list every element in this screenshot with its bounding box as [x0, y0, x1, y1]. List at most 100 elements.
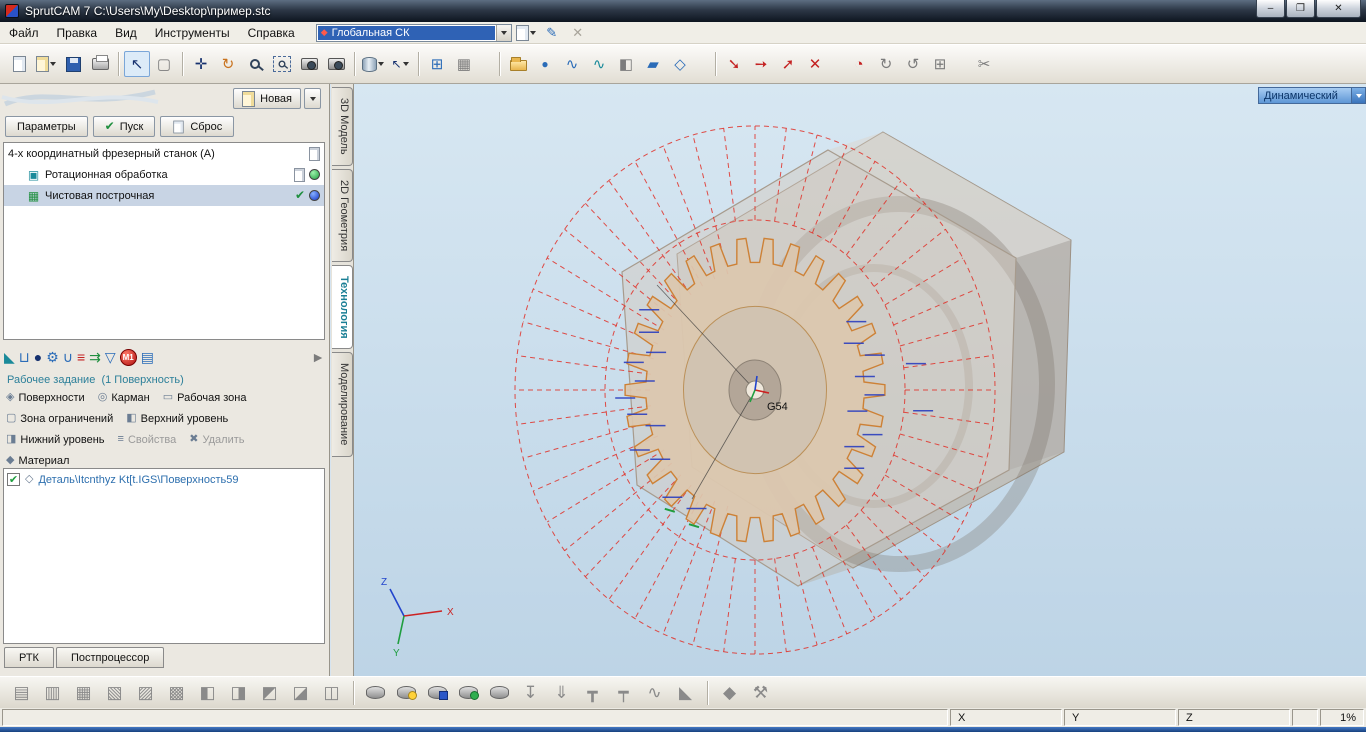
save-button[interactable] [60, 51, 86, 77]
cs-dropdown-arrow[interactable] [495, 24, 511, 41]
job-list-item[interactable]: ✔ ◇ Деталь\Itcnthyz Kt[t.IGS\Поверхность… [7, 472, 321, 487]
minimize-button[interactable]: – [1256, 0, 1285, 18]
pick-mode-button[interactable]: ↖ [387, 51, 413, 77]
new-operation-button[interactable]: Новая [233, 88, 301, 109]
sim-step-down-button[interactable]: ↧ [517, 681, 544, 705]
menu-view[interactable]: Вид [106, 23, 146, 43]
sim-stock-button[interactable] [393, 681, 420, 705]
cs-edit-button[interactable]: ✎ [540, 23, 564, 43]
scene-canvas[interactable]: G54 Z X Y [354, 84, 1366, 676]
item-checkbox[interactable]: ✔ [7, 473, 20, 486]
machining-button[interactable]: ◆ [716, 681, 743, 705]
reset-button[interactable]: Сброс [160, 116, 235, 137]
tab-3d-model[interactable]: 3D Модель [332, 87, 353, 166]
sim-result-button[interactable] [455, 681, 482, 705]
trim-button[interactable]: ✂ [971, 51, 997, 77]
parameters-button[interactable]: Параметры [5, 116, 88, 137]
open-geometry-button[interactable] [505, 51, 531, 77]
tool-holder-button[interactable]: ┳ [579, 681, 606, 705]
machine-scheme-5-button[interactable]: ▨ [132, 681, 159, 705]
link-restrict-zone[interactable]: ▢ Зона ограничений [6, 411, 113, 426]
sim-fixture-button[interactable] [424, 681, 451, 705]
job-assignment-icon[interactable]: ◣ [4, 349, 15, 365]
machine-scheme-10-button[interactable]: ◪ [287, 681, 314, 705]
curve-tool-button[interactable]: ∿ [559, 51, 585, 77]
spline-tool-button[interactable]: ∿ [586, 51, 612, 77]
select-cursor-button[interactable]: ↖ [124, 51, 150, 77]
strip-expand-arrow[interactable]: ► [311, 349, 325, 365]
menu-tools[interactable]: Инструменты [146, 23, 239, 43]
tree-row-operation-selected[interactable]: ▦ Чистовая построчная ✔ [4, 185, 324, 206]
machine-scheme-1-button[interactable]: ▤ [8, 681, 35, 705]
workpiece-icon[interactable]: ⊔ [19, 349, 30, 365]
face-tool-button[interactable]: ◇ [667, 51, 693, 77]
tab-simulation[interactable]: Моделирование [332, 352, 353, 457]
coordinate-system-combo[interactable]: ◆ Глобальная СК [315, 23, 512, 42]
tree-row-machine[interactable]: 4-х координатный фрезерный станок (A) [4, 143, 324, 164]
filter-icon[interactable]: ▽ [105, 349, 116, 365]
run-button[interactable]: ✔ Пуск [92, 116, 156, 137]
tool-sphere-icon[interactable]: ● [34, 349, 42, 365]
setup-wrench-button[interactable]: ⚒ [747, 681, 774, 705]
plane-tool-button[interactable]: ▰ [640, 51, 666, 77]
rotate-cw-button[interactable]: ↻ [873, 51, 899, 77]
machine-scheme-7-button[interactable]: ◧ [194, 681, 221, 705]
print-button[interactable] [87, 51, 113, 77]
magnet-icon[interactable]: ∪ [63, 349, 73, 365]
shading-mode-button[interactable] [360, 51, 386, 77]
measure-angle-button[interactable]: ◔ [846, 51, 872, 77]
link-work-zone[interactable]: ▭ Рабочая зона [163, 390, 247, 405]
operation-group-doc-icon[interactable] [294, 167, 305, 182]
new-operation-dropdown[interactable] [304, 88, 321, 109]
calculator-button[interactable]: ▦ [451, 51, 477, 77]
machine-scheme-9-button[interactable]: ◩ [256, 681, 283, 705]
zoom-window-button[interactable] [269, 51, 295, 77]
link-top-level[interactable]: ◧ Верхний уровень [126, 411, 228, 426]
cs-new-button[interactable] [514, 23, 538, 43]
coordinate-table-button[interactable]: ⊞ [424, 51, 450, 77]
machine-scheme-3-button[interactable]: ▦ [70, 681, 97, 705]
new-document-button[interactable] [6, 51, 32, 77]
link-pocket[interactable]: ◎ Карман [98, 390, 150, 405]
toolpath-edit-button[interactable]: ∿ [641, 681, 668, 705]
machine-gears-icon[interactable]: ⚙ [46, 349, 59, 365]
point-tool-button[interactable]: ● [532, 51, 558, 77]
link-material[interactable]: ◆ Материал [6, 453, 69, 468]
tree-row-operation-group[interactable]: ▣ Ротационная обработка [4, 164, 324, 185]
menu-edit[interactable]: Правка [48, 23, 107, 43]
tab-rtk[interactable]: РТК [4, 647, 54, 668]
box-select-button[interactable]: ▢ [151, 51, 177, 77]
snap-midpoint-button[interactable]: ➙ [748, 51, 774, 77]
strategy-icon[interactable]: ⇉ [89, 349, 101, 365]
snapshot-settings-button[interactable] [323, 51, 349, 77]
postprocess-icon[interactable]: ▤ [141, 349, 154, 365]
viewport-3d[interactable]: G54 Z X Y Динамический [354, 84, 1366, 676]
tool-drill-button[interactable]: ┯ [610, 681, 637, 705]
machine-scheme-8-button[interactable]: ◨ [225, 681, 252, 705]
close-button[interactable]: ✕ [1316, 0, 1361, 18]
import-button[interactable] [33, 51, 59, 77]
part-view-button[interactable]: ◣ [672, 681, 699, 705]
machine-scheme-11-button[interactable]: ◫ [318, 681, 345, 705]
render-mode-arrow[interactable] [1351, 88, 1365, 103]
pan-view-button[interactable]: ✛ [188, 51, 214, 77]
machine-doc-icon[interactable] [309, 146, 320, 161]
menu-file[interactable]: Файл [0, 23, 48, 43]
snapshot-button[interactable] [296, 51, 322, 77]
tab-postprocessor[interactable]: Постпроцессор [55, 647, 165, 668]
zoom-button[interactable] [242, 51, 268, 77]
snap-endpoint-button[interactable]: ➘ [721, 51, 747, 77]
sim-workpiece-button[interactable] [362, 681, 389, 705]
surface-tool-button[interactable]: ◧ [613, 51, 639, 77]
machine-scheme-2-button[interactable]: ▥ [39, 681, 66, 705]
feeds-icon[interactable]: ≡ [77, 349, 85, 365]
link-bottom-level[interactable]: ◨ Нижний уровень [6, 432, 105, 447]
render-mode-combo[interactable]: Динамический [1258, 87, 1366, 104]
snap-off-button[interactable]: ✕ [802, 51, 828, 77]
machine-scheme-6-button[interactable]: ▩ [163, 681, 190, 705]
m1-commands-icon[interactable]: M1 [119, 348, 137, 366]
tab-2d-geometry[interactable]: 2D Геометрия [332, 168, 353, 262]
sim-compare-button[interactable] [486, 681, 513, 705]
array-grid-button[interactable]: ⊞ [927, 51, 953, 77]
menu-help[interactable]: Справка [239, 23, 304, 43]
